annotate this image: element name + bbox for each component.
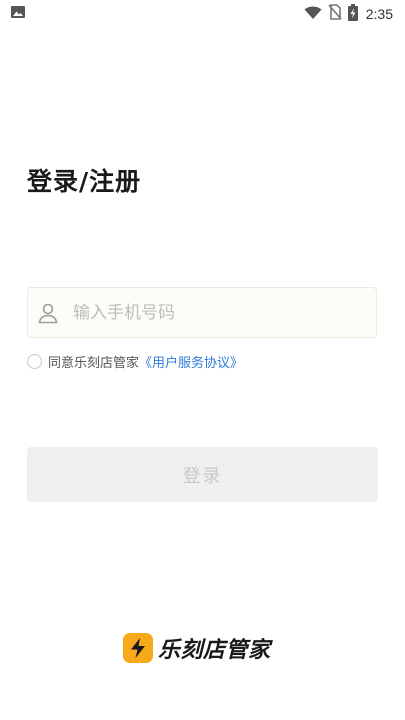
login-button[interactable]: 登录: [27, 447, 378, 502]
phone-input[interactable]: [71, 301, 355, 324]
agree-checkbox[interactable]: [27, 354, 42, 369]
wifi-icon: [304, 5, 322, 24]
user-agreement-link[interactable]: 《用户服务协议》: [139, 352, 243, 371]
status-bar: 2:35: [0, 0, 405, 28]
phone-field[interactable]: [27, 287, 377, 338]
brand-name: 乐刻店管家: [158, 638, 271, 663]
no-sim-icon: [328, 4, 342, 24]
image-icon: [10, 4, 26, 24]
status-right: 2:35: [304, 3, 393, 25]
agreement-text: 同意乐刻店管家: [48, 356, 140, 371]
status-left: [10, 4, 26, 24]
battery-charging-icon: [347, 3, 358, 25]
agreement-row: 同意乐刻店管家 《用户服务协议》: [27, 352, 243, 371]
brand-footer: 乐刻店管家: [123, 632, 271, 664]
lightning-icon: [123, 633, 153, 663]
page-title: 登录/注册: [27, 167, 142, 196]
status-time: 2:35: [365, 6, 393, 22]
user-icon: [37, 302, 59, 324]
